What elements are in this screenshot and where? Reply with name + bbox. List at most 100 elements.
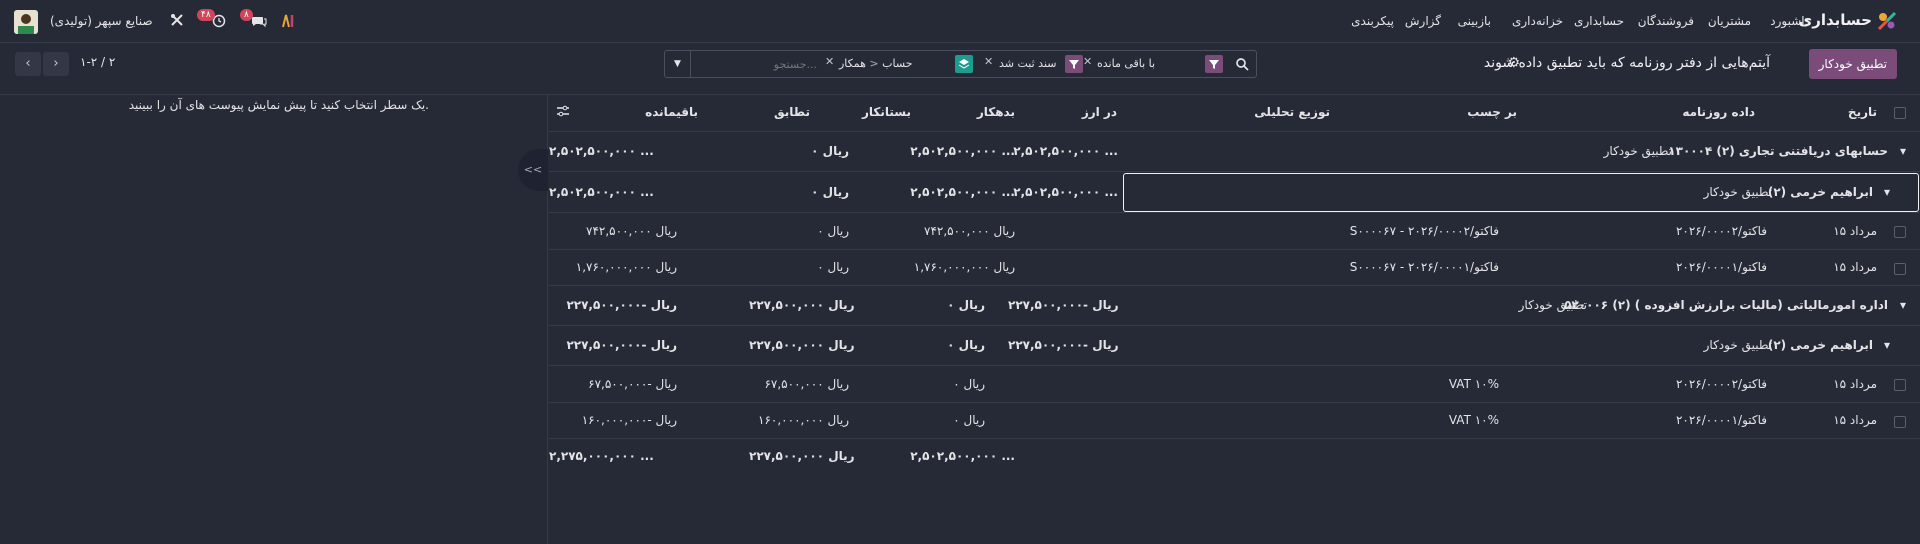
gear-icon[interactable]: ⚙ xyxy=(1507,55,1520,71)
group-expand-icon[interactable]: ▾ xyxy=(1884,338,1890,352)
group-debit-total: ریال ۰ xyxy=(947,298,985,312)
line-label: VAT ۱۰% xyxy=(1448,413,1499,427)
column-debit[interactable]: بدهکار xyxy=(977,105,1015,119)
column-journal-entry[interactable]: داده روزنامه xyxy=(1682,105,1755,119)
preview-empty-message: یک سطر انتخاب کنید تا پیش نمایش پیوست ها… xyxy=(128,98,429,112)
remove-groupby-facet-icon[interactable]: ✕ xyxy=(825,55,834,68)
line-journal-entry-link[interactable]: فاکتو/۲۰۲۶/۰۰۰۰۲ xyxy=(1676,377,1767,391)
nav-review[interactable]: بازبینی xyxy=(1458,14,1491,28)
nav-customers[interactable]: مشتریان xyxy=(1708,14,1751,28)
group-debit-total: ریال ۰ xyxy=(947,338,985,352)
group-currency-total: ۲,۵۰۲,۵۰۰,۰۰۰ ... xyxy=(1013,185,1118,199)
group-debit-total: ۲,۵۰۲,۵۰۰,۰۰۰ ... xyxy=(910,144,1015,158)
line-date: ۱۵ مرداد xyxy=(1833,224,1877,238)
line-residual: ریال -۱۶۰,۰۰۰,۰۰۰ xyxy=(581,413,677,427)
total-credit: ریال ۲۲۷,۵۰۰,۰۰۰ xyxy=(749,449,855,463)
column-label[interactable]: بر چسب xyxy=(1467,105,1517,119)
line-debit: ریال ۱,۷۶۰,۰۰۰,۰۰۰ xyxy=(913,260,1015,274)
nav-treasury[interactable]: خزانه‌داری xyxy=(1512,14,1563,28)
nav-dashboard[interactable]: داشبورد xyxy=(1770,14,1810,28)
row-checkbox[interactable] xyxy=(1894,416,1906,428)
select-all-checkbox[interactable] xyxy=(1894,107,1906,119)
search-options-toggle[interactable]: ▼ xyxy=(665,51,691,77)
row-checkbox[interactable] xyxy=(1894,379,1906,391)
group-row-account[interactable]: ▾ ۵۲۰۰۰۶ اداره امورمالیاتی (مالیات برارز… xyxy=(549,286,1920,326)
search-input[interactable] xyxy=(697,54,817,74)
line-journal-entry-link[interactable]: فاکتو/۲۰۲۶/۰۰۰۰۱ xyxy=(1676,413,1767,427)
search-bar: ▼ ✕ حساب < همکار ✕ سند ثبت شد ✕ با باقی … xyxy=(664,50,1257,78)
column-matching[interactable]: تطابق xyxy=(774,105,810,119)
activity-count-badge: ۴۸ xyxy=(197,9,215,21)
column-currency[interactable]: در ارز xyxy=(1082,105,1117,119)
user-avatar[interactable] xyxy=(14,10,38,34)
group-expand-icon[interactable]: ▾ xyxy=(1884,185,1890,199)
column-date[interactable]: تاریخ xyxy=(1848,105,1877,119)
line-date: ۱۵ مرداد xyxy=(1833,260,1877,274)
attachment-preview-panel: یک سطر انتخاب کنید تا پیش نمایش پیوست ها… xyxy=(0,95,548,544)
accounting-app-icon[interactable] xyxy=(1878,12,1896,30)
line-debit: ریال ۷۴۲,۵۰۰,۰۰۰ xyxy=(924,224,1015,238)
nav-accounting[interactable]: حسابداری xyxy=(1574,14,1624,28)
layers-icon xyxy=(955,55,973,73)
groupby-facet-partner: همکار xyxy=(839,57,866,70)
group-partner-name: ابراهیم خرمی (۲) xyxy=(1767,338,1873,352)
auto-reconcile-link[interactable]: تطبیق خودکار xyxy=(1519,298,1587,312)
line-credit: ریال ۱۶۰,۰۰۰,۰۰۰ xyxy=(758,413,849,427)
column-residual[interactable]: باقیمانده xyxy=(645,105,698,119)
table-row[interactable]: ۱۵ مرداد فاکتو/۲۰۲۶/۰۰۰۰۱ VAT ۱۰% ریال ۰… xyxy=(549,403,1920,439)
nav-reporting[interactable]: گزارش xyxy=(1405,14,1441,28)
search-icon[interactable] xyxy=(1235,57,1249,71)
group-residual-total: ریال -۲۲۷,۵۰۰,۰۰۰ xyxy=(566,338,677,352)
group-row-account[interactable]: ▾ ۱۳۰۰۰۴ حسابهای دریافتنی تجاری (۲) تطبی… xyxy=(549,132,1920,172)
row-checkbox[interactable] xyxy=(1894,263,1906,275)
pager-value[interactable]: ۱-۲ / ۲ xyxy=(80,55,115,69)
group-credit-total: ریال ۲۲۷,۵۰۰,۰۰۰ xyxy=(749,298,855,312)
debug-tools-icon[interactable] xyxy=(170,13,184,27)
top-navbar: حسابداری داشبورد مشتریان فروشندگان حسابد… xyxy=(0,0,1920,43)
line-date: ۱۵ مرداد xyxy=(1833,413,1877,427)
group-partner-name: ابراهیم خرمی (۲) xyxy=(1767,185,1873,199)
nav-configuration[interactable]: پیکربندی xyxy=(1351,14,1394,28)
table-row[interactable]: ۱۵ مرداد فاکتو/۲۰۲۶/۰۰۰۰۱ S۰۰۰۰۶۷ - فاکت… xyxy=(549,250,1920,286)
group-expand-icon[interactable]: ▾ xyxy=(1900,298,1906,312)
line-journal-entry-link[interactable]: فاکتو/۲۰۲۶/۰۰۰۰۲ xyxy=(1676,224,1767,238)
group-account-name: ۱۳۰۰۰۴ حسابهای دریافتنی تجاری (۲) xyxy=(1668,144,1888,158)
messages-icon[interactable] xyxy=(251,14,268,28)
auto-reconcile-link[interactable]: تطبیق خودکار xyxy=(1704,185,1772,199)
filter-icon xyxy=(1205,55,1223,73)
group-debit-total: ۲,۵۰۲,۵۰۰,۰۰۰ ... xyxy=(910,185,1015,199)
pager-previous-button[interactable]: ‹ xyxy=(15,52,41,76)
column-credit[interactable]: بستانکار xyxy=(862,105,911,119)
line-residual: ریال ۱,۷۶۰,۰۰۰,۰۰۰ xyxy=(575,260,677,274)
groupby-separator: < xyxy=(865,57,879,70)
nav-vendors[interactable]: فروشندگان xyxy=(1638,14,1694,28)
table-row[interactable]: ۱۵ مرداد فاکتو/۲۰۲۶/۰۰۰۰۲ S۰۰۰۰۶۷ - فاکت… xyxy=(549,213,1920,250)
company-switcher[interactable]: صنایع سپهر (تولیدی) xyxy=(50,14,153,28)
line-residual: ریال -۶۷,۵۰۰,۰۰۰ xyxy=(588,377,677,391)
group-currency-total: ۲,۵۰۲,۵۰۰,۰۰۰ ... xyxy=(1013,144,1118,158)
group-credit-total: ریال ۰ xyxy=(811,185,849,199)
collapse-preview-button[interactable]: << xyxy=(518,149,548,191)
pager-next-button[interactable]: › xyxy=(43,52,69,76)
messages-count-badge: ۸ xyxy=(240,9,253,21)
auto-reconcile-link[interactable]: تطبیق خودکار xyxy=(1604,144,1672,158)
table-row[interactable]: ۱۵ مرداد فاکتو/۲۰۲۶/۰۰۰۰۲ VAT ۱۰% ریال ۰… xyxy=(549,366,1920,403)
ai-assistant-icon[interactable] xyxy=(282,14,297,28)
journal-items-table: تاریخ داده روزنامه بر چسب توزیع تحلیلی د… xyxy=(549,95,1920,544)
remove-remaining-facet-icon[interactable]: ✕ xyxy=(1083,55,1092,68)
total-debit: ۲,۵۰۲,۵۰۰,۰۰۰ ... xyxy=(910,449,1015,463)
total-residual: ۲,۲۷۵,۰۰۰,۰۰۰ ... xyxy=(549,449,654,463)
line-label: S۰۰۰۰۶۷ - فاکتو/۲۰۲۶/۰۰۰۰۲ xyxy=(1349,224,1499,238)
auto-reconcile-button[interactable]: تطبیق خودکار xyxy=(1808,49,1897,79)
line-journal-entry-link[interactable]: فاکتو/۲۰۲۶/۰۰۰۰۱ xyxy=(1676,260,1767,274)
group-expand-icon[interactable]: ▾ xyxy=(1900,144,1906,158)
column-analytic[interactable]: توزیع تحلیلی xyxy=(1254,105,1330,119)
row-checkbox[interactable] xyxy=(1894,226,1906,238)
remove-posted-facet-icon[interactable]: ✕ xyxy=(984,55,993,68)
optional-columns-icon[interactable] xyxy=(556,104,570,118)
auto-reconcile-link[interactable]: تطبیق خودکار xyxy=(1704,338,1772,352)
table-footer-totals: ۲,۵۰۲,۵۰۰,۰۰۰ ... ریال ۲۲۷,۵۰۰,۰۰۰ ۲,۲۷۵… xyxy=(549,439,1920,475)
groupby-facet: حساب < همکار xyxy=(839,55,912,73)
group-row-partner[interactable]: ▾ ابراهیم خرمی (۲) تطبیق خودکار ریال -۲۲… xyxy=(549,326,1920,366)
group-row-partner[interactable]: ▾ ابراهیم خرمی (۲) تطبیق خودکار ۲,۵۰۲,۵۰… xyxy=(549,172,1920,213)
